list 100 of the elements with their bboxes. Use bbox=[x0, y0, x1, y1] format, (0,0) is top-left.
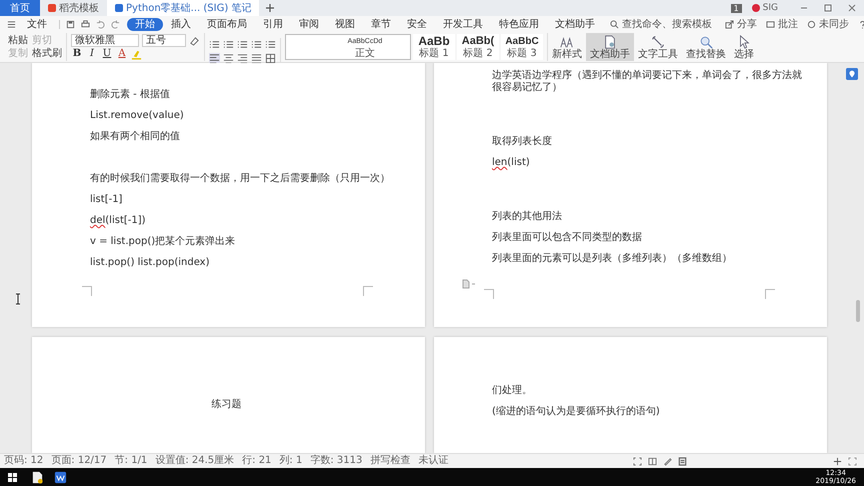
clear-format-icon[interactable] bbox=[189, 34, 200, 46]
redo-icon[interactable] bbox=[111, 20, 120, 28]
print-icon[interactable] bbox=[81, 20, 90, 28]
menu-item[interactable]: 插入 bbox=[163, 18, 199, 30]
pointer-icon bbox=[737, 34, 751, 48]
header-action-link[interactable]: 分享 bbox=[722, 17, 757, 31]
menu-item[interactable]: 文档助手 bbox=[547, 18, 603, 30]
undo-icon[interactable] bbox=[96, 20, 105, 28]
notification-badge[interactable]: 1 bbox=[730, 4, 742, 12]
document-icon bbox=[115, 4, 123, 12]
ribbon-button[interactable]: 文档助手 bbox=[586, 33, 634, 61]
margin-corner-mark bbox=[484, 289, 494, 299]
zoom-in-icon[interactable] bbox=[833, 456, 842, 466]
clipboard-button[interactable]: 粘贴 bbox=[8, 34, 28, 47]
fit-icon[interactable] bbox=[848, 456, 857, 466]
user-name[interactable]: SIG bbox=[762, 3, 778, 13]
save-icon[interactable] bbox=[66, 20, 75, 28]
style-name: 标题 2 bbox=[463, 48, 493, 59]
paragraph: list[-1] bbox=[90, 194, 124, 206]
scrollbar-thumb[interactable] bbox=[856, 300, 860, 322]
list-icon[interactable] bbox=[237, 39, 248, 50]
document-tab[interactable]: 首页 bbox=[0, 0, 40, 16]
menu-item[interactable]: 页面布局 bbox=[199, 18, 255, 30]
style-name: 标题 3 bbox=[507, 48, 537, 59]
status-item: 页码: 12 bbox=[4, 455, 44, 467]
font-size-dropdown[interactable]: 五号 bbox=[142, 34, 186, 47]
search-field[interactable]: 查找命令、搜索模板 bbox=[607, 18, 722, 30]
template-icon bbox=[48, 4, 56, 12]
writer-app-icon[interactable] bbox=[54, 470, 67, 484]
status-item: 行: 21 bbox=[242, 455, 272, 467]
location-pin-icon[interactable] bbox=[846, 68, 858, 80]
page-view-icon[interactable] bbox=[678, 456, 687, 466]
comment-icon bbox=[766, 20, 775, 28]
format-button[interactable]: B bbox=[71, 48, 83, 60]
menu-item[interactable]: 开发工具 bbox=[435, 18, 491, 30]
paragraph: len(list) bbox=[492, 157, 531, 169]
menu-item[interactable]: 安全 bbox=[399, 18, 435, 30]
align-right-icon[interactable] bbox=[237, 53, 248, 64]
menu-item[interactable]: 开始 bbox=[127, 18, 163, 30]
avatar-icon[interactable] bbox=[752, 4, 760, 12]
align-left-icon[interactable] bbox=[209, 53, 220, 64]
paragraph: 如果有两个相同的值 bbox=[90, 131, 181, 143]
page-heading: 练习题 bbox=[210, 398, 242, 411]
restore-icon[interactable] bbox=[823, 3, 833, 13]
justify-icon[interactable] bbox=[251, 53, 262, 64]
menu-icon[interactable] bbox=[7, 20, 16, 28]
style-preset[interactable]: AaBb( 标题 2 bbox=[457, 34, 499, 60]
style-sample: AaBbC bbox=[505, 35, 539, 48]
book-icon[interactable] bbox=[648, 456, 657, 466]
text-cursor-icon bbox=[15, 293, 21, 305]
document-tab[interactable]: Python零基础... (SIG) 笔记 bbox=[107, 0, 260, 16]
list-icon[interactable] bbox=[209, 39, 220, 50]
new-tab-icon[interactable] bbox=[265, 3, 276, 13]
paragraph: 们处理。 bbox=[492, 385, 533, 397]
list-icon[interactable] bbox=[223, 39, 234, 50]
align-center-icon[interactable] bbox=[223, 53, 234, 64]
paragraph: 删除元素 - 根据值 bbox=[90, 89, 171, 101]
ribbon-button[interactable]: 新样式 bbox=[548, 33, 586, 61]
menu-item[interactable]: 审阅 bbox=[291, 18, 327, 30]
paragraph: list.pop() list.pop(index) bbox=[90, 257, 211, 269]
document-tab[interactable]: 稻壳模板 bbox=[40, 0, 107, 16]
margin-corner-mark bbox=[363, 286, 373, 296]
style-preset[interactable]: AaBbC 标题 3 bbox=[501, 34, 543, 60]
menu-item[interactable]: 引用 bbox=[255, 18, 291, 30]
header-action-link[interactable]: 未同步 bbox=[804, 17, 849, 31]
header-action-link[interactable]: 批注 bbox=[763, 17, 798, 31]
start-icon[interactable] bbox=[8, 472, 17, 482]
clipboard-button[interactable]: 格式刷 bbox=[32, 47, 62, 60]
format-button[interactable]: U bbox=[101, 48, 113, 60]
style-name: 正文 bbox=[355, 48, 375, 59]
menu-item[interactable]: 特色应用 bbox=[491, 18, 547, 30]
menu-item[interactable]: 视图 bbox=[327, 18, 363, 30]
style-preset[interactable]: AaBb 标题 1 bbox=[413, 34, 455, 60]
format-button[interactable]: I bbox=[86, 48, 98, 60]
menu-item[interactable]: 章节 bbox=[363, 18, 399, 30]
list-icon[interactable] bbox=[265, 39, 276, 50]
list-icon[interactable] bbox=[251, 39, 262, 50]
font-family-dropdown[interactable]: 微软雅黑 bbox=[71, 34, 139, 47]
paragraph: 取得列表长度 bbox=[492, 136, 553, 148]
menu-item[interactable]: 文件 bbox=[19, 18, 55, 30]
share-icon bbox=[725, 20, 734, 28]
border-icon[interactable] bbox=[265, 53, 276, 64]
paragraph: 列表里面可以包含不同类型的数据 bbox=[492, 232, 643, 244]
paragraph: 有的时候我们需要取得一个数据，用一下之后需要删除（只用一次） bbox=[90, 173, 391, 185]
status-item: 设置值: 24.5厘米 bbox=[155, 455, 234, 467]
sync-icon bbox=[807, 20, 816, 28]
paragraph: v = list.pop()把某个元素弹出来 bbox=[90, 236, 236, 248]
format-button[interactable]: A bbox=[116, 48, 128, 60]
status-item: 页面: 12/17 bbox=[51, 455, 107, 467]
status-item: 拼写检查 bbox=[370, 455, 410, 467]
pen-icon[interactable] bbox=[663, 456, 672, 466]
ribbon-button[interactable]: 查找替换 bbox=[682, 33, 730, 61]
ribbon-button[interactable]: 文字工具 bbox=[634, 33, 682, 61]
file-app-icon[interactable] bbox=[31, 470, 44, 484]
close-icon[interactable] bbox=[847, 3, 857, 13]
ribbon-button[interactable]: 选择 bbox=[730, 33, 758, 61]
fullscreen-icon[interactable] bbox=[633, 456, 642, 466]
letters-icon bbox=[560, 34, 574, 48]
paragraph: del(list[-1]) bbox=[90, 215, 147, 227]
status-item: 列: 1 bbox=[279, 455, 302, 467]
